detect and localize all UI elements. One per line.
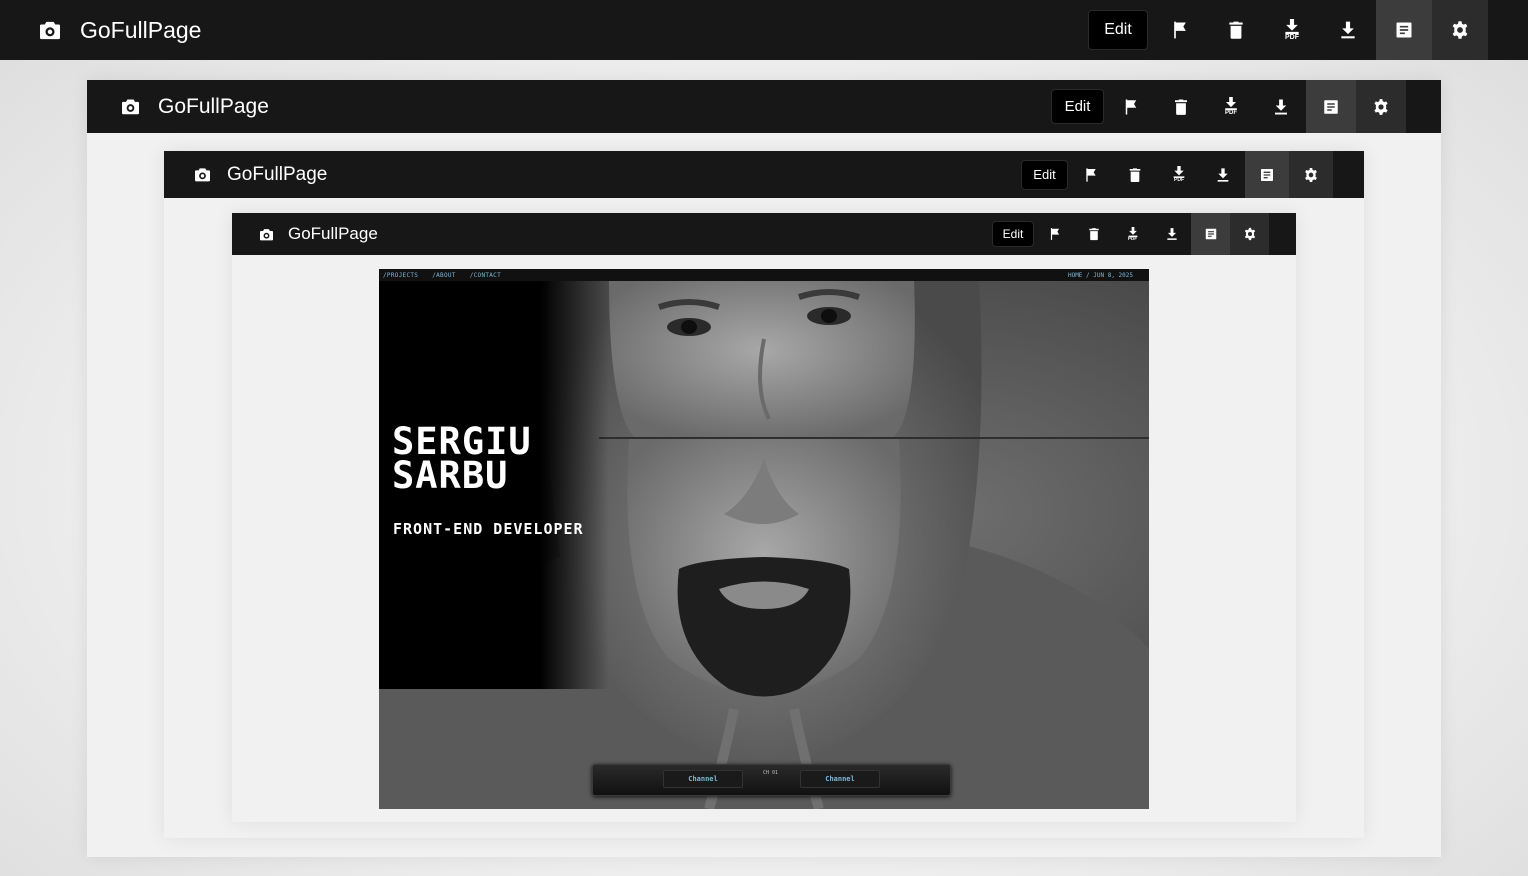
- nav-link-about[interactable]: /ABOUT: [432, 272, 455, 279]
- download-icon: [1165, 227, 1179, 241]
- camera-icon: [194, 167, 211, 182]
- captured-nav: /PROJECTS /ABOUT /CONTACT: [383, 272, 501, 279]
- pdf-label: PDF: [1128, 235, 1137, 241]
- gofullpage-toolbar-nested-3: GoFullPage Edit PDF: [232, 213, 1296, 255]
- download-pdf-button[interactable]: PDF: [1206, 80, 1256, 133]
- nav-link-projects[interactable]: /PROJECTS: [383, 272, 418, 279]
- app-title: GoFullPage: [288, 224, 378, 243]
- edit-button[interactable]: Edit: [1088, 10, 1148, 50]
- notes-icon: [1259, 167, 1275, 183]
- notes-button[interactable]: [1306, 80, 1356, 133]
- download-button[interactable]: [1201, 151, 1245, 198]
- flag-button[interactable]: [1035, 213, 1074, 255]
- captured-page-screenshot[interactable]: /PROJECTS /ABOUT /CONTACT HOME / JUN 8, …: [379, 269, 1149, 809]
- gofullpage-toolbar: GoFullPage Edit PDF: [0, 0, 1528, 60]
- toolbar-actions: Edit PDF: [1021, 151, 1333, 198]
- pdf-label: PDF: [1285, 34, 1299, 41]
- download-pdf-button[interactable]: PDF: [1264, 0, 1320, 60]
- delete-button[interactable]: [1156, 80, 1206, 133]
- toolbar-brand: GoFullPage: [0, 0, 1088, 60]
- trash-icon: [1127, 167, 1143, 183]
- trash-icon: [1226, 20, 1246, 40]
- delete-button[interactable]: [1113, 151, 1157, 198]
- edit-button[interactable]: Edit: [992, 221, 1034, 247]
- toolbar-actions: Edit PDF: [1051, 80, 1406, 133]
- pdf-label: PDF: [1174, 177, 1184, 183]
- settings-button[interactable]: [1289, 151, 1333, 198]
- channel-next-button[interactable]: Channel: [800, 770, 880, 788]
- notes-button[interactable]: [1376, 0, 1432, 60]
- settings-button[interactable]: [1230, 213, 1269, 255]
- flag-button[interactable]: [1069, 151, 1113, 198]
- hero-role: FRONT-END DEVELOPER: [393, 520, 584, 538]
- camera-icon: [259, 228, 274, 241]
- notes-button[interactable]: [1191, 213, 1230, 255]
- gear-icon: [1303, 167, 1319, 183]
- download-button[interactable]: [1256, 80, 1306, 133]
- camera-icon: [121, 98, 140, 115]
- notes-icon: [1322, 98, 1340, 116]
- nav-link-contact[interactable]: /CONTACT: [470, 272, 501, 279]
- toolbar-actions: Edit PDF: [1088, 0, 1488, 60]
- gear-icon: [1243, 227, 1257, 241]
- edit-button[interactable]: Edit: [1021, 159, 1068, 190]
- toolbar-brand: GoFullPage: [87, 80, 1051, 133]
- settings-button[interactable]: [1356, 80, 1406, 133]
- app-title: GoFullPage: [227, 163, 328, 185]
- download-button[interactable]: [1320, 0, 1376, 60]
- download-icon: [1338, 20, 1358, 40]
- gofullpage-toolbar-nested-2: GoFullPage Edit PDF: [164, 151, 1364, 198]
- notes-icon: [1394, 20, 1414, 40]
- delete-button[interactable]: [1074, 213, 1113, 255]
- flag-icon: [1048, 227, 1062, 241]
- hero-name: SERGIU SARBU: [392, 420, 532, 497]
- toolbar-brand: GoFullPage: [232, 213, 992, 255]
- notes-icon: [1204, 227, 1218, 241]
- download-pdf-icon: PDF: [1222, 97, 1240, 116]
- settings-button[interactable]: [1432, 0, 1488, 60]
- edit-button[interactable]: Edit: [1051, 89, 1104, 124]
- toolbar-brand: GoFullPage: [164, 151, 1021, 198]
- trash-icon: [1172, 98, 1190, 116]
- channel-bar: Channel CH 01 Channel: [592, 764, 951, 796]
- flag-icon: [1083, 167, 1099, 183]
- download-pdf-icon: PDF: [1126, 227, 1140, 242]
- flag-icon: [1170, 20, 1190, 40]
- gofullpage-toolbar-nested-1: GoFullPage Edit PDF: [87, 80, 1441, 133]
- download-pdf-button[interactable]: PDF: [1157, 151, 1201, 198]
- channel-indicator: CH 01: [763, 770, 779, 776]
- toolbar-actions: Edit PDF: [992, 213, 1269, 255]
- gear-icon: [1450, 20, 1470, 40]
- app-title: GoFullPage: [80, 16, 202, 43]
- download-button[interactable]: [1152, 213, 1191, 255]
- flag-button[interactable]: [1152, 0, 1208, 60]
- download-pdf-icon: PDF: [1171, 166, 1187, 183]
- delete-button[interactable]: [1208, 0, 1264, 60]
- download-pdf-icon: PDF: [1282, 19, 1302, 41]
- camera-icon: [39, 20, 61, 40]
- flag-button[interactable]: [1106, 80, 1156, 133]
- channel-prev-button[interactable]: Channel: [663, 770, 743, 788]
- gear-icon: [1372, 98, 1390, 116]
- notes-button[interactable]: [1245, 151, 1289, 198]
- flag-icon: [1122, 98, 1140, 116]
- download-pdf-button[interactable]: PDF: [1113, 213, 1152, 255]
- download-icon: [1272, 98, 1290, 116]
- pdf-label: PDF: [1225, 110, 1237, 116]
- portrait-photo: [379, 269, 1149, 809]
- captured-breadcrumb: HOME / JUN 8, 2025: [1067, 272, 1133, 279]
- trash-icon: [1087, 227, 1101, 241]
- app-title: GoFullPage: [158, 94, 269, 118]
- download-icon: [1215, 167, 1231, 183]
